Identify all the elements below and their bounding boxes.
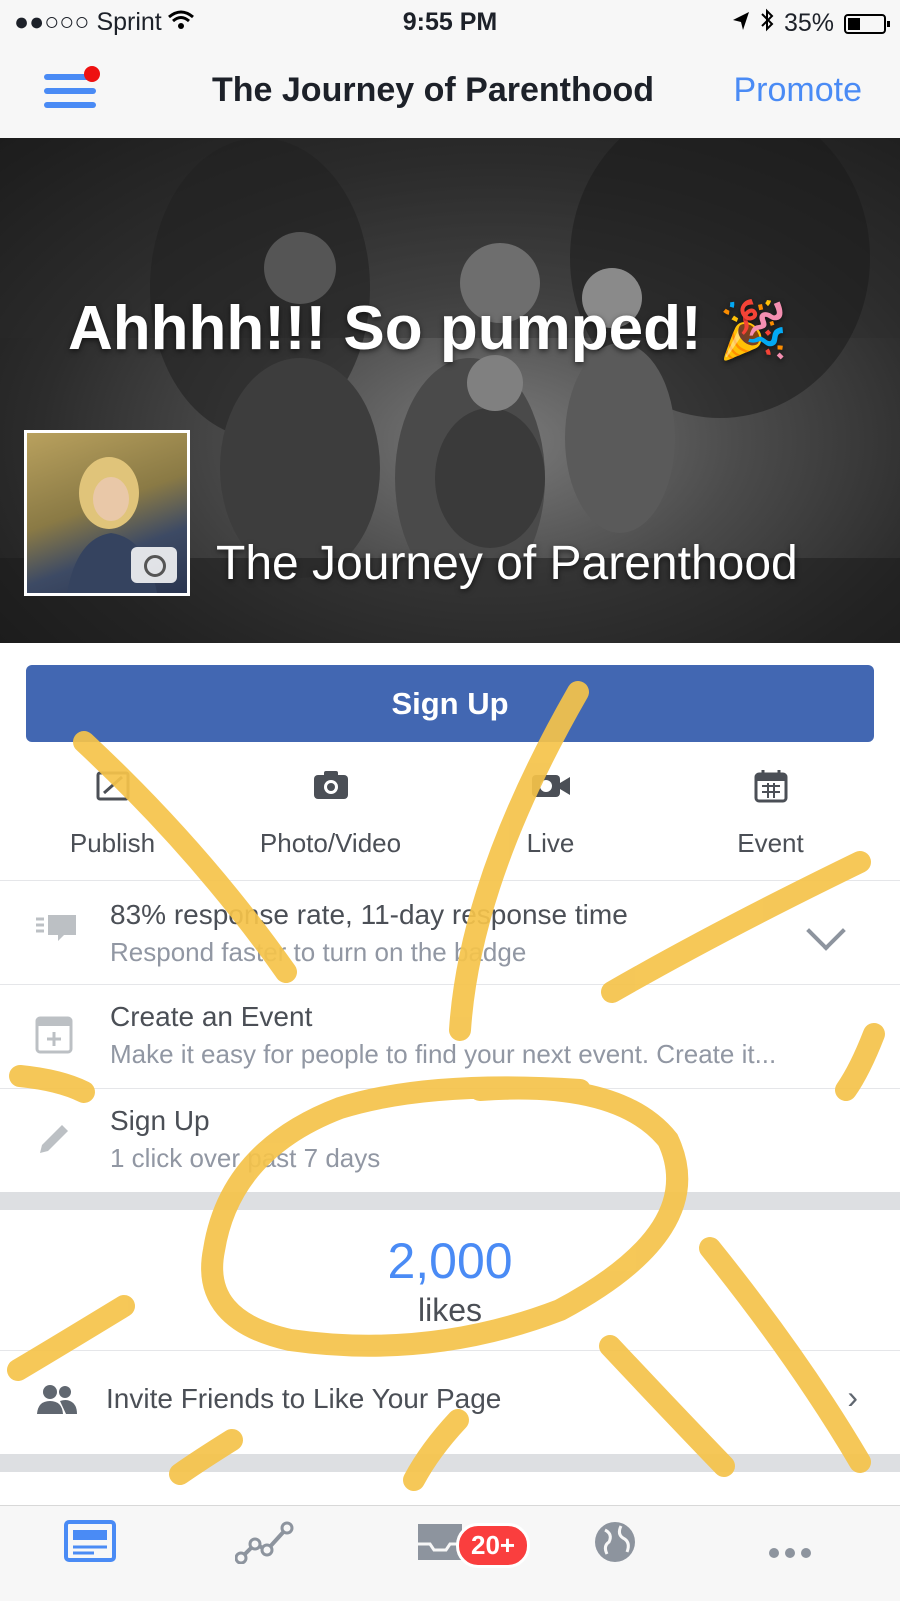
create-event-subtitle: Make it easy for people to find your nex… [110,1039,777,1069]
page-feed-icon [64,1520,116,1572]
location-arrow-icon [732,9,750,38]
invite-friends-row[interactable]: Invite Friends to Like Your Page › [0,1350,900,1455]
chevron-right-icon: › [847,1379,858,1415]
response-rate-subtitle: Respond faster to turn on the badge [110,937,527,967]
calendar-icon [658,768,883,818]
menu-icon[interactable] [44,66,100,110]
pencil-icon [34,1121,72,1168]
profile-picture[interactable] [24,430,190,596]
more-dots-icon [768,1520,812,1569]
event-label: Event [737,828,804,858]
globe-icon [593,1522,637,1574]
tab-notifications[interactable] [525,1520,705,1590]
likes-count[interactable]: 2,000 [0,1232,900,1290]
cover-page-name: The Journey of Parenthood [216,537,798,590]
tab-page[interactable] [0,1520,180,1590]
bluetooth-icon [760,8,774,39]
publish-icon [0,768,225,818]
camera-icon [218,768,443,818]
bottom-tab-bar [0,1505,900,1601]
photo-video-button[interactable]: Photo/Video [218,760,443,859]
battery-icon [844,13,890,34]
sign-up-stats-subtitle: 1 click over past 7 days [110,1143,381,1173]
sign-up-button[interactable]: Sign Up [26,665,874,742]
live-label: Live [526,828,575,858]
photo-video-label: Photo/Video [259,828,402,858]
publish-button[interactable]: Publish [0,760,225,859]
action-bar: Publish Photo/Video Live Event [0,760,900,880]
calendar-plus-icon [34,1015,74,1064]
section-divider [0,1192,900,1210]
cover-caption: Ahhhh!!! So pumped! 🎉 [68,293,789,364]
cover-photo-area[interactable]: Ahhhh!!! So pumped! 🎉 The Journey of Par… [0,138,900,643]
section-divider-bottom [0,1454,900,1472]
live-button[interactable]: Live [438,760,663,859]
event-button[interactable]: Event [658,760,883,859]
cover-caption-text: Ahhhh!!! So pumped! [68,294,702,363]
response-rate-title: 83% response rate, 11-day response time [110,899,628,930]
create-event-title: Create an Event [110,1001,313,1032]
party-popper-icon: 🎉 [718,298,789,361]
video-icon [438,768,663,818]
sign-up-stats-title: Sign Up [110,1105,210,1136]
promote-button[interactable]: Promote [734,71,863,110]
battery-percent: 35% [783,9,834,37]
response-rate-row[interactable]: 83% response rate, 11-day response time … [0,880,900,985]
friends-icon [36,1383,78,1423]
tab-more[interactable] [700,1520,880,1590]
chat-icon [34,911,78,954]
tab-insights[interactable] [175,1520,355,1590]
status-bar: ●●○○○ Sprint 9:55 PM 35% [0,0,900,44]
insights-chart-icon [234,1521,295,1574]
page-title: The Journey of Parenthood [212,71,655,109]
likes-label: likes [417,1292,482,1328]
sign-up-stats-row[interactable]: Sign Up 1 click over past 7 days [0,1088,900,1193]
change-photo-camera-icon[interactable] [131,547,177,583]
notifications-badge: 20+ [456,1523,531,1568]
publish-label: Publish [69,828,156,858]
chevron-down-icon[interactable] [806,911,846,951]
notification-dot-icon [84,66,100,82]
create-event-row[interactable]: Create an Event Make it easy for people … [0,984,900,1089]
status-right-group: 35% [732,8,890,39]
invite-friends-label: Invite Friends to Like Your Page [106,1383,502,1414]
navbar: The Journey of Parenthood Promote [0,44,900,139]
